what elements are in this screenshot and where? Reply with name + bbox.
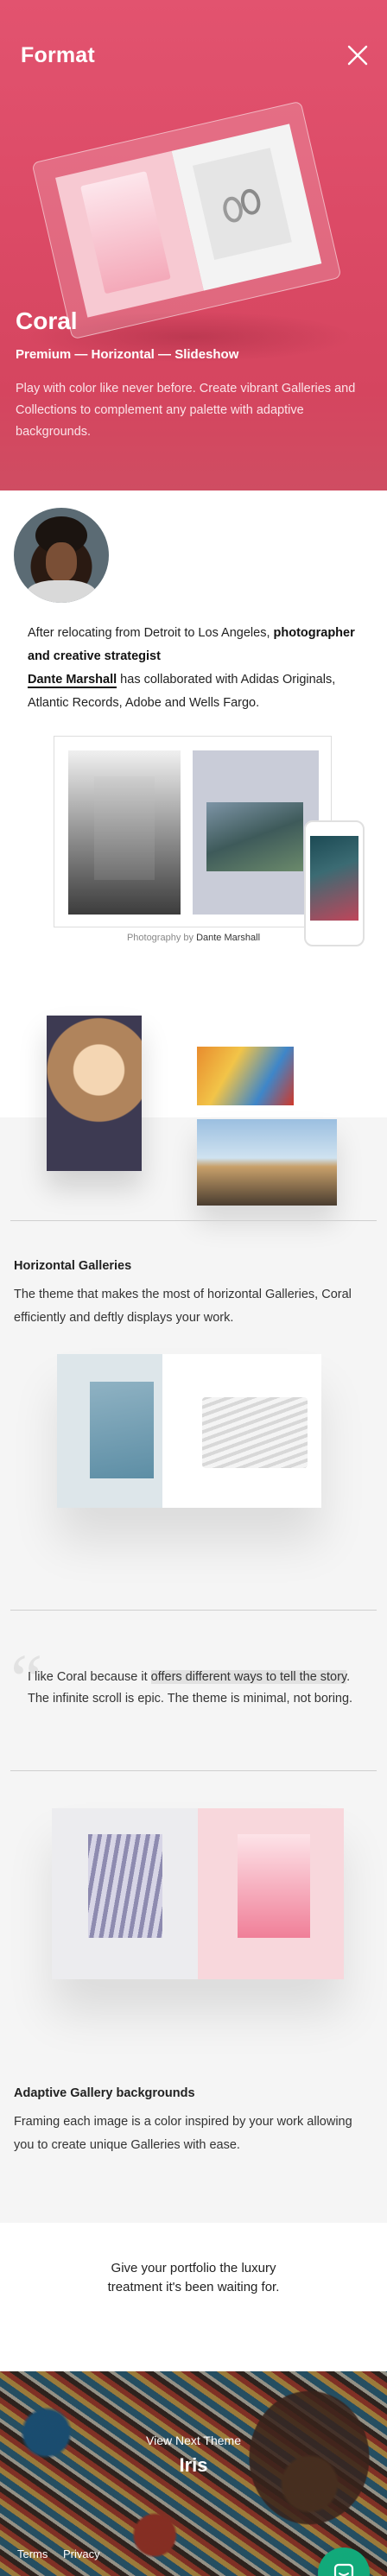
- hero-banner: Format Coral Premium — Horizontal — Slid…: [0, 0, 387, 491]
- showcase-landscape-photo: [206, 802, 303, 871]
- gallery-pattern-photo: [202, 1397, 308, 1468]
- divider: [10, 1770, 377, 1771]
- privacy-link[interactable]: Privacy: [63, 2548, 100, 2560]
- divider: [10, 1610, 377, 1611]
- next-theme-banner[interactable]: View Next Theme Iris Terms Privacy: [0, 2371, 387, 2576]
- theme-tags: Premium — Horizontal — Slideshow: [16, 347, 239, 362]
- horizontal-gallery-mockup: [57, 1354, 321, 1508]
- avatar-shirt: [26, 580, 97, 603]
- cta-text-content: Give your portfolio the luxury treatment…: [107, 2261, 280, 2294]
- gallery-object-photo: [90, 1382, 154, 1478]
- horizontal-galleries-text: The theme that makes the most of horizon…: [14, 1288, 352, 1325]
- photo-credit: Photography by Dante Marshall: [0, 933, 387, 943]
- desktop-showcase: [54, 736, 332, 927]
- terms-link[interactable]: Terms: [17, 2548, 48, 2560]
- gallery-grey-pane: [52, 1808, 198, 1979]
- building-shape: [94, 776, 155, 880]
- testimonial-quote: I like Coral because it offers different…: [28, 1667, 356, 1710]
- collage-color-photo: [197, 1047, 294, 1105]
- bio-text-1: After relocating from Detroit to Los Ang…: [28, 626, 274, 640]
- phone-mockup: [304, 820, 365, 946]
- next-theme-label[interactable]: View Next Theme: [0, 2434, 387, 2447]
- horizontal-galleries-title: Horizontal Galleries: [14, 1259, 132, 1273]
- photographer-avatar: [14, 508, 109, 603]
- adaptive-backgrounds-title: Adaptive Gallery backgrounds: [14, 2086, 195, 2100]
- close-button[interactable]: [346, 43, 370, 67]
- photographer-name-link[interactable]: Dante Marshall: [28, 673, 117, 688]
- chat-icon: [333, 2563, 354, 2576]
- photo-credit-prefix: Photography by: [126, 933, 197, 943]
- theme-description: Play with color like never before. Creat…: [16, 382, 356, 439]
- divider: [10, 1220, 377, 1221]
- photographer-bio: After relocating from Detroit to Los Ang…: [28, 622, 373, 715]
- quote-text-start: I like Coral because it: [28, 1670, 151, 1684]
- gallery-pink-pane: [198, 1808, 344, 1979]
- quote-highlight: offers different ways to tell the story: [150, 1670, 347, 1684]
- close-icon: [347, 45, 368, 66]
- gallery-left-pane: [57, 1354, 162, 1508]
- gallery-glass-photo: [238, 1834, 310, 1938]
- next-theme-name[interactable]: Iris: [0, 2454, 387, 2477]
- showcase-landscape-pane: [193, 750, 319, 915]
- adaptive-backgrounds-text: Framing each image is a color inspired b…: [14, 2115, 352, 2152]
- cta-text: Give your portfolio the luxury treatment…: [0, 2259, 387, 2297]
- brand-logo[interactable]: Format: [21, 43, 95, 68]
- adaptive-gallery-mockup: [52, 1808, 344, 1979]
- gallery-striped-photo: [88, 1834, 162, 1938]
- collage-street-photo: [197, 1119, 337, 1206]
- showcase-street-photo: [68, 750, 181, 915]
- phone-screen: [310, 836, 358, 921]
- photo-credit-name: Dante Marshall: [196, 933, 261, 943]
- hero-device-mockup: [31, 100, 342, 340]
- theme-title: Coral: [16, 307, 78, 334]
- collage-portrait-photo: [47, 1016, 142, 1171]
- avatar-face: [46, 542, 77, 582]
- footer-links: Terms Privacy: [17, 2548, 112, 2560]
